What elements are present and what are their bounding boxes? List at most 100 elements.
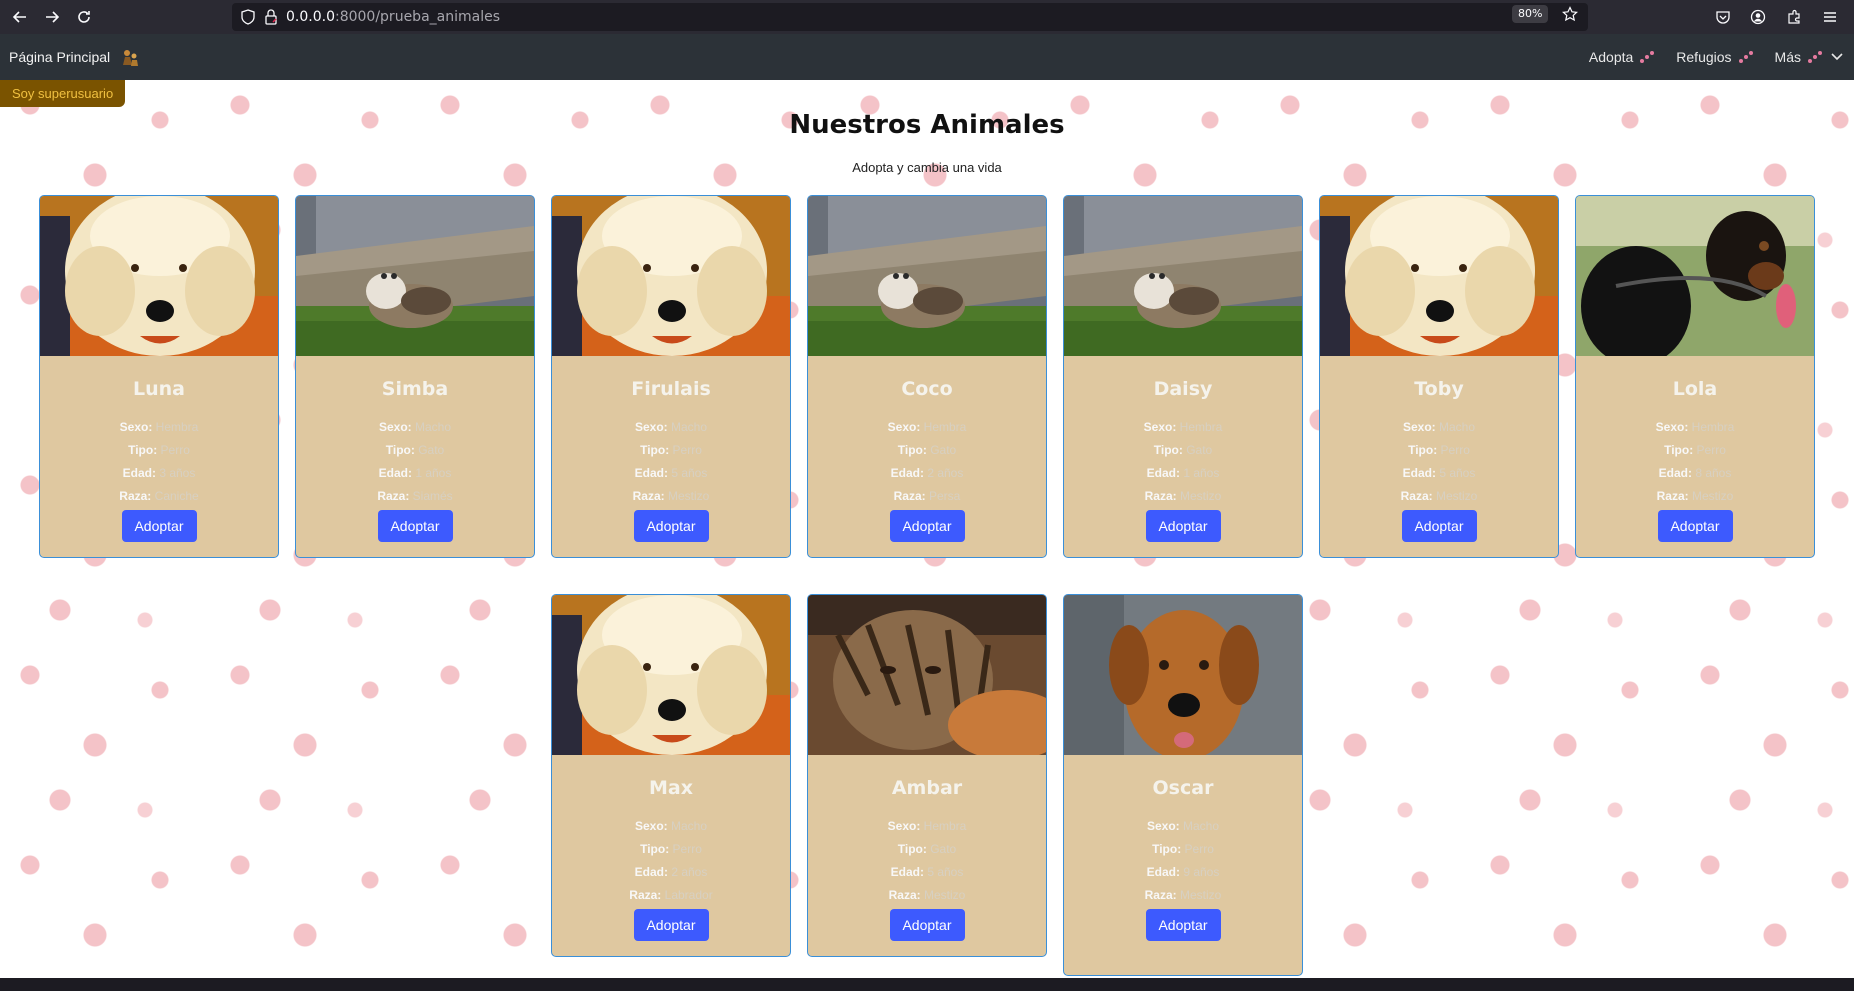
page-subtitle: Adopta y cambia una vida — [852, 160, 1002, 175]
attr-label: Raza: — [632, 489, 665, 503]
paw-prints-icon — [1808, 51, 1822, 63]
animal-attributes: Sexo: Hembra Tipo: Gato Edad: 5 años Raza: … — [808, 815, 1046, 907]
back-button[interactable] — [8, 5, 32, 29]
extensions-icon[interactable] — [1786, 9, 1802, 25]
nav-link-mas-dropdown[interactable]: Más — [1775, 49, 1844, 65]
attr-label: Raza: — [1144, 489, 1177, 503]
attr-sexo: Sexo: Macho — [552, 815, 790, 838]
attr-sexo: Sexo: Macho — [1320, 416, 1558, 439]
attr-label: Tipo: — [1408, 443, 1438, 457]
attr-label: Sexo: — [1146, 819, 1180, 833]
address-bar[interactable]: 0.0.0.0:8000/prueba_animales — [232, 3, 1588, 31]
attr-tipo: Tipo: Perro — [552, 838, 790, 861]
chevron-down-icon — [1831, 53, 1843, 61]
zoom-indicator[interactable]: 80% — [1512, 5, 1549, 23]
attr-label: Raza: — [1144, 888, 1177, 902]
adopt-button[interactable]: Adoptar — [889, 510, 965, 542]
attr-label: Tipo: — [128, 443, 158, 457]
attr-label: Sexo: — [1655, 420, 1689, 434]
animal-photo — [552, 196, 790, 356]
attr-tipo: Tipo: Perro — [1320, 439, 1558, 462]
attr-label: Tipo: — [897, 443, 927, 457]
animal-card: Daisy Sexo: Hembra Tipo: Gato Edad: 1 años R… — [1063, 195, 1303, 558]
attr-value: Gato — [930, 842, 957, 856]
attr-sexo: Sexo: Hembra — [40, 416, 278, 439]
attr-value: Gato — [418, 443, 445, 457]
adopt-button[interactable]: Adoptar — [1657, 510, 1733, 542]
nav-link-refugios[interactable]: Refugios — [1676, 49, 1754, 65]
lock-icon[interactable] — [264, 9, 278, 25]
animal-attributes: Sexo: Macho Tipo: Perro Edad: 2 años Raza: … — [552, 815, 790, 907]
url-text[interactable]: 0.0.0.0:8000/prueba_animales — [286, 9, 500, 25]
animal-photo — [552, 595, 790, 755]
attr-label: Edad: — [1146, 466, 1180, 480]
animal-card: Firulais Sexo: Macho Tipo: Perro Edad: 5 añ… — [551, 195, 791, 558]
attr-edad: Edad: 5 años — [1320, 462, 1558, 485]
adopt-button[interactable]: Adoptar — [633, 510, 709, 542]
attr-raza: Raza: Mestizo — [1064, 485, 1302, 508]
attr-label: Tipo: — [640, 443, 670, 457]
attr-value: 5 años — [1439, 466, 1476, 480]
animal-attributes: Sexo: Hembra Tipo: Perro Edad: 8 años Raza:… — [1576, 416, 1814, 508]
animal-card: Luna Sexo: Hembra Tipo: Perro Edad: 3 años R… — [39, 195, 279, 558]
attr-label: Edad: — [1402, 466, 1436, 480]
attr-label: Edad: — [634, 466, 668, 480]
animal-photo — [808, 595, 1046, 755]
attr-label: Raza: — [888, 888, 921, 902]
nav-link-label: Más — [1774, 49, 1801, 65]
account-icon[interactable] — [1750, 9, 1766, 25]
animal-name: Lola — [1672, 378, 1718, 400]
attr-label: Raza: — [377, 489, 410, 503]
animal-name: Toby — [1414, 378, 1464, 400]
attr-raza: Raza: Siamés — [296, 485, 534, 508]
attr-sexo: Sexo: Hembra — [808, 416, 1046, 439]
attr-value: Hembra — [155, 420, 199, 434]
attr-label: Raza: — [119, 489, 152, 503]
attr-value: 5 años — [927, 865, 964, 879]
attr-value: 2 años — [671, 865, 708, 879]
animal-card: Max Sexo: Macho Tipo: Perro Edad: 2 años Raz… — [551, 594, 791, 957]
animal-card: Ambar Sexo: Hembra Tipo: Gato Edad: 5 años R… — [807, 594, 1047, 957]
attr-label: Raza: — [1656, 489, 1689, 503]
adopt-button[interactable]: Adoptar — [121, 510, 197, 542]
attr-tipo: Tipo: Perro — [1576, 439, 1814, 462]
reload-button[interactable] — [72, 5, 96, 29]
attr-value: Perro — [160, 443, 190, 457]
attr-label: Sexo: — [119, 420, 153, 434]
attr-raza: Raza: Mestizo — [808, 884, 1046, 907]
attr-tipo: Tipo: Perro — [1064, 838, 1302, 861]
animal-attributes: Sexo: Hembra Tipo: Gato Edad: 1 años Raza: … — [1064, 416, 1302, 508]
pocket-icon[interactable] — [1715, 9, 1731, 25]
attr-value: Hembra — [923, 420, 967, 434]
adopt-button[interactable]: Adoptar — [889, 909, 965, 941]
forward-button[interactable] — [40, 5, 64, 29]
attr-label: Sexo: — [887, 420, 921, 434]
url-host: 0.0.0.0 — [286, 9, 335, 25]
attr-value: 8 años — [1695, 466, 1732, 480]
attr-raza: Raza: Persa — [808, 485, 1046, 508]
animal-card: Oscar Sexo: Macho Tipo: Perro Edad: 9 años R… — [1063, 594, 1303, 976]
adopt-button[interactable]: Adoptar — [377, 510, 453, 542]
attr-value: Gato — [1186, 443, 1213, 457]
nav-link-label: Refugios — [1676, 49, 1732, 65]
adopt-button[interactable]: Adoptar — [633, 909, 709, 941]
pets-logo-icon — [123, 50, 139, 66]
adopt-button[interactable]: Adoptar — [1145, 510, 1221, 542]
animal-attributes: Sexo: Hembra Tipo: Gato Edad: 2 años Raza: … — [808, 416, 1046, 508]
bookmark-star-icon[interactable] — [1562, 6, 1578, 22]
adopt-button[interactable]: Adoptar — [1145, 909, 1221, 941]
shield-icon[interactable] — [240, 9, 256, 25]
attr-edad: Edad: 3 años — [40, 462, 278, 485]
paw-prints-icon — [1738, 51, 1753, 63]
attr-tipo: Tipo: Gato — [808, 439, 1046, 462]
nav-link-adopta[interactable]: Adopta — [1589, 49, 1656, 65]
nav-links: Adopta Refugios Más — [1589, 34, 1854, 80]
attr-edad: Edad: 2 años — [808, 462, 1046, 485]
adopt-button[interactable]: Adoptar — [1401, 510, 1477, 542]
brand-link[interactable]: Página Principal — [9, 46, 141, 68]
attr-value: 5 años — [671, 466, 708, 480]
main-content: Soy superusuario Nuestros Animales Adopt… — [0, 80, 1854, 978]
attr-value: Gato — [930, 443, 957, 457]
attr-edad: Edad: 5 años — [552, 462, 790, 485]
menu-icon[interactable] — [1822, 9, 1838, 25]
